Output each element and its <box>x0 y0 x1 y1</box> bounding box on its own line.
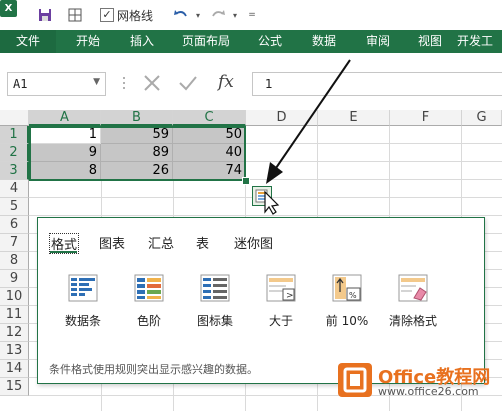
qa-description: 条件格式使用规则突出显示感兴趣的数据。 <box>49 363 258 376</box>
qa-tab-totals[interactable]: 汇总 <box>148 233 174 252</box>
greater-than-icon: > <box>266 274 296 302</box>
col-header[interactable]: D <box>246 110 318 126</box>
active-tab-underline <box>50 251 77 253</box>
cell-b2[interactable]: 89 <box>101 144 173 162</box>
undo-icon[interactable] <box>170 6 192 24</box>
qa-icon-set[interactable]: 图标集 <box>185 274 245 330</box>
col-header[interactable]: B <box>101 110 173 126</box>
row-header[interactable]: 10 <box>0 288 29 306</box>
qa-item-label: 图标集 <box>196 314 233 328</box>
tab-insert[interactable]: 插入 <box>130 30 154 53</box>
save-icon[interactable] <box>36 6 54 24</box>
tab-view[interactable]: 视图 <box>418 30 442 53</box>
qa-tab-tables[interactable]: 表 <box>196 233 209 252</box>
cell-a1[interactable]: 1 <box>29 126 101 144</box>
col-header[interactable]: E <box>318 110 390 126</box>
tab-home[interactable]: 开始 <box>76 30 100 53</box>
insert-function-icon[interactable]: fx <box>218 72 234 92</box>
qa-top-10[interactable]: % 前 10% <box>317 274 377 330</box>
gridlines-label: 网格线 <box>117 9 154 23</box>
row-header[interactable]: 1 <box>0 126 29 144</box>
quick-analysis-button[interactable] <box>252 186 272 206</box>
select-all-corner[interactable] <box>0 110 29 126</box>
undo-dropdown-icon[interactable]: ▾ <box>193 6 203 24</box>
data-bars-icon <box>68 274 98 302</box>
cell-c1[interactable]: 50 <box>173 126 246 144</box>
qa-data-bars[interactable]: 数据条 <box>53 274 113 330</box>
svg-text:>: > <box>286 291 294 301</box>
row-header[interactable]: 12 <box>0 324 29 342</box>
qa-color-scale[interactable]: 色阶 <box>119 274 179 330</box>
qa-item-label: 数据条 <box>64 314 101 328</box>
title-bar: X ✓ 网格线 ▾ ▾ = <box>0 0 502 30</box>
row-header[interactable]: 14 <box>0 360 29 378</box>
row-header[interactable]: 8 <box>0 252 29 270</box>
row-header[interactable]: 5 <box>0 198 29 216</box>
ribbon-tabs: 文件 开始 插入 页面布局 公式 数据 审阅 视图 开发工 <box>0 30 502 53</box>
gridlines-checkbox[interactable]: ✓ <box>100 8 114 22</box>
row-header[interactable]: 13 <box>0 342 29 360</box>
row-header[interactable]: 4 <box>0 180 29 198</box>
watermark-logo: Office教程网 www.office26.com <box>338 361 498 405</box>
svg-text:%: % <box>349 291 357 300</box>
chevron-down-icon[interactable]: ▼ <box>93 77 100 87</box>
cell-c2[interactable]: 40 <box>173 144 246 162</box>
qa-item-label: 前 10% <box>325 314 369 328</box>
row-header[interactable]: 15 <box>0 378 29 396</box>
name-box[interactable]: A1 ▼ <box>7 72 106 96</box>
tab-file[interactable]: 文件 <box>0 30 56 53</box>
office-logo-icon <box>338 363 372 397</box>
redo-icon[interactable] <box>207 6 229 24</box>
formula-controls: fx <box>120 72 248 94</box>
redo-dropdown-icon[interactable]: ▾ <box>230 6 240 24</box>
fill-handle[interactable] <box>242 177 250 185</box>
tab-page-layout[interactable]: 页面布局 <box>182 30 230 53</box>
tab-data[interactable]: 数据 <box>312 30 336 53</box>
qa-item-label: 大于 <box>268 314 293 328</box>
qa-tab-sparklines[interactable]: 迷你图 <box>234 233 273 252</box>
name-box-value: A1 <box>13 77 28 91</box>
cancel-icon[interactable] <box>142 74 162 95</box>
clear-format-icon <box>398 274 428 302</box>
tab-review[interactable]: 审阅 <box>366 30 390 53</box>
cell-b1[interactable]: 59 <box>101 126 173 144</box>
col-header[interactable]: A <box>29 110 101 126</box>
qa-item-label: 清除格式 <box>388 314 437 328</box>
formula-bar-area: A1 ▼ fx 1 <box>0 53 502 110</box>
row-header[interactable]: 6 <box>0 216 29 234</box>
cell-a3[interactable]: 8 <box>29 162 101 180</box>
qa-greater-than[interactable]: > 大于 <box>251 274 311 330</box>
col-header[interactable]: F <box>390 110 462 126</box>
qa-clear-format[interactable]: 清除格式 <box>383 274 443 330</box>
row-header[interactable]: 7 <box>0 234 29 252</box>
tab-formulas[interactable]: 公式 <box>258 30 282 53</box>
cell-b3[interactable]: 26 <box>101 162 173 180</box>
quick-analysis-popup: 格式 图表 汇总 表 迷你图 数据条 色阶 图标集 > 大于 % 前 10% 清… <box>37 217 485 384</box>
excel-logo-icon: X <box>0 0 17 17</box>
tab-developer[interactable]: 开发工 <box>457 30 493 53</box>
row-header[interactable]: 9 <box>0 270 29 288</box>
quick-analysis-icon <box>255 189 268 203</box>
qa-tab-charts[interactable]: 图表 <box>99 233 125 252</box>
icon-set-icon <box>200 274 230 302</box>
qa-item-label: 色阶 <box>136 314 161 328</box>
col-header[interactable]: C <box>173 110 246 126</box>
enter-check-icon[interactable] <box>178 74 198 95</box>
row-header[interactable]: 2 <box>0 144 29 162</box>
row-header[interactable]: 3 <box>0 162 29 180</box>
watermark-url: www.office26.com <box>378 385 479 398</box>
formula-input[interactable]: 1 <box>252 72 502 96</box>
row-header[interactable]: 11 <box>0 306 29 324</box>
formula-value: 1 <box>265 77 273 91</box>
col-header[interactable]: G <box>462 110 502 126</box>
cell-c3[interactable]: 74 <box>173 162 246 180</box>
customize-toolbar-icon[interactable]: = <box>246 6 258 24</box>
cell-a2[interactable]: 9 <box>29 144 101 162</box>
color-scale-icon <box>134 274 164 302</box>
grid-border-icon[interactable] <box>66 6 84 24</box>
top-10-icon: % <box>332 274 362 302</box>
